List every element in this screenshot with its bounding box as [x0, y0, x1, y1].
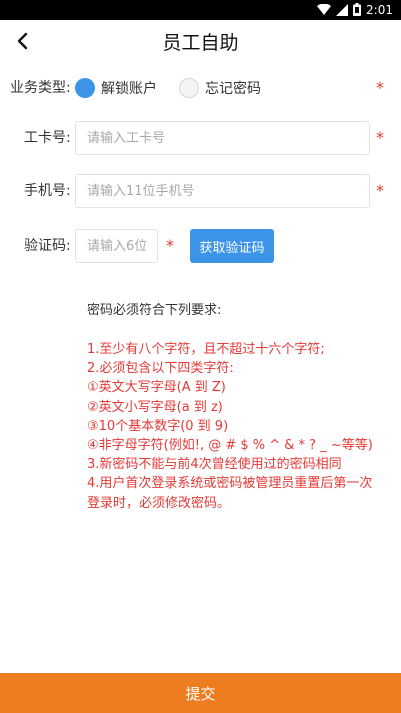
signal-icon: [336, 1, 349, 20]
business-type-label: 业务类型:: [10, 80, 71, 96]
status-bar: 2:01: [0, 0, 401, 20]
phone-label: 手机号:: [24, 183, 71, 199]
status-time: 2:01: [366, 3, 393, 17]
battery-icon: [353, 1, 362, 20]
verification-label: 验证码:: [24, 238, 71, 254]
nav-bar: 员工自助: [0, 20, 401, 66]
get-code-button[interactable]: 获取验证码: [190, 229, 274, 263]
radio-label: 忘记密码: [205, 81, 261, 97]
phone-input[interactable]: [75, 174, 370, 208]
radio-unchecked-icon: [179, 78, 199, 98]
radio-unlock-account[interactable]: 解锁账户: [75, 76, 157, 100]
wifi-icon: [317, 1, 332, 20]
status-icons: 2:01: [317, 2, 393, 18]
rule-line: ③10个基本数字(0 到 9): [87, 418, 229, 434]
verification-code-input[interactable]: [75, 229, 158, 263]
radio-checked-icon: [75, 78, 95, 98]
rule-line: 1.至少有八个字符，且不超过十六个字符;: [87, 342, 325, 357]
submit-button[interactable]: 提交: [0, 673, 401, 713]
required-mark: *: [376, 78, 384, 97]
rule-line: 2.必须包含以下四类字符:: [87, 361, 234, 377]
rule-line: 4.用户首次登录系统或密码被管理员重置后第一次: [87, 476, 373, 492]
rule-line: ①英文大写字母(A 到 Z): [87, 380, 226, 396]
rules-heading: 密码必须符合下列要求:: [87, 303, 222, 318]
back-button[interactable]: [8, 29, 36, 57]
employee-id-input[interactable]: [75, 121, 370, 155]
back-arrow-icon: [16, 32, 28, 54]
radio-label: 解锁账户: [101, 81, 157, 97]
page-title: 员工自助: [162, 32, 239, 54]
password-rules: 密码必须符合下列要求: 1.至少有八个字符，且不超过十六个字符; 2.必须包含以…: [87, 302, 387, 513]
rule-line: 登录时，必须修改密码。: [87, 495, 231, 511]
required-mark: *: [376, 181, 384, 200]
employee-id-label: 工卡号:: [24, 130, 71, 146]
rule-line: 3.新密码不能与前4次曾经使用过的密码相同: [87, 457, 342, 473]
required-mark: *: [376, 128, 384, 147]
required-mark: *: [166, 236, 174, 255]
rule-line: ②英文小写字母(a 到 z): [87, 399, 223, 415]
radio-forgot-password[interactable]: 忘记密码: [179, 76, 261, 100]
rule-line: ④非字母字符(例如!, @ # $ % ^ & * ? _ ~等等): [87, 438, 373, 454]
